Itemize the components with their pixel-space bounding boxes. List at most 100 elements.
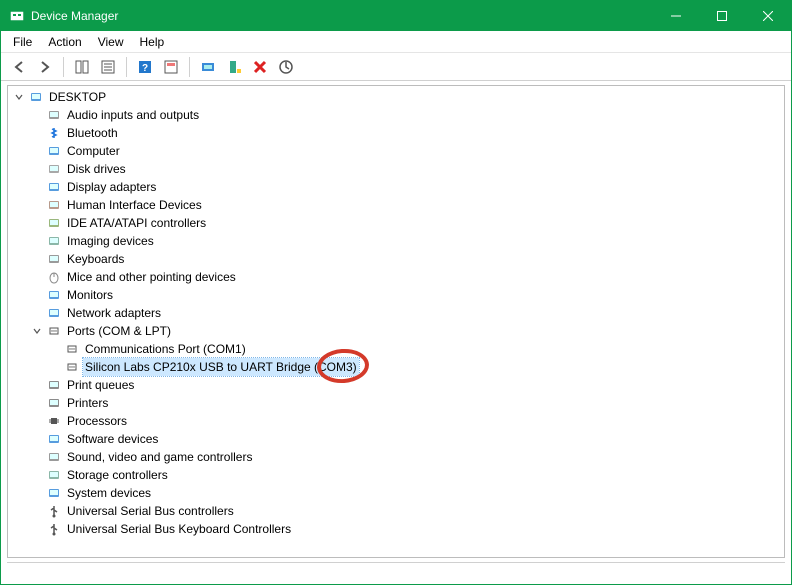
no-twisty xyxy=(30,216,44,230)
port-icon xyxy=(64,359,80,375)
tree-node-label: Universal Serial Bus controllers xyxy=(65,502,236,520)
add-legacy-icon[interactable] xyxy=(222,55,246,79)
forward-icon[interactable] xyxy=(33,55,57,79)
keyboard-icon xyxy=(46,251,62,267)
action-icon[interactable] xyxy=(159,55,183,79)
printer-icon xyxy=(46,377,62,393)
no-twisty xyxy=(30,414,44,428)
tree-node[interactable]: IDE ATA/ATAPI controllers xyxy=(8,214,784,232)
hid-icon xyxy=(46,197,62,213)
software-icon xyxy=(46,431,62,447)
no-twisty xyxy=(30,486,44,500)
tree-node-label: Disk drives xyxy=(65,160,128,178)
tree-node[interactable]: Processors xyxy=(8,412,784,430)
device-tree: DESKTOPAudio inputs and outputsBluetooth… xyxy=(8,86,784,544)
toolbar-separator xyxy=(189,57,190,77)
close-button[interactable] xyxy=(745,1,791,31)
tree-node[interactable]: Human Interface Devices xyxy=(8,196,784,214)
tree-node[interactable]: Ports (COM & LPT) xyxy=(8,322,784,340)
tree-node-label: Universal Serial Bus Keyboard Controller… xyxy=(65,520,293,538)
no-twisty xyxy=(30,306,44,320)
properties-icon[interactable] xyxy=(96,55,120,79)
printer-icon xyxy=(46,395,62,411)
tree-node[interactable]: Computer xyxy=(8,142,784,160)
svg-text:?: ? xyxy=(142,63,148,74)
tree-node-label: Network adapters xyxy=(65,304,163,322)
no-twisty xyxy=(30,108,44,122)
tree-node[interactable]: Imaging devices xyxy=(8,232,784,250)
uninstall-icon[interactable] xyxy=(248,55,272,79)
tree-node[interactable]: Monitors xyxy=(8,286,784,304)
no-twisty xyxy=(48,360,62,374)
tree-node-label: Mice and other pointing devices xyxy=(65,268,238,286)
tree-node-label: Computer xyxy=(65,142,122,160)
tree-node[interactable]: Mice and other pointing devices xyxy=(8,268,784,286)
tree-node[interactable]: Printers xyxy=(8,394,784,412)
device-manager-icon xyxy=(9,8,25,24)
no-twisty xyxy=(30,468,44,482)
help-icon[interactable]: ? xyxy=(133,55,157,79)
storage-icon xyxy=(46,467,62,483)
no-twisty xyxy=(30,198,44,212)
tree-node[interactable]: Software devices xyxy=(8,430,784,448)
no-twisty xyxy=(30,162,44,176)
tree-node[interactable]: Communications Port (COM1) xyxy=(8,340,784,358)
tree-node-label: Processors xyxy=(65,412,129,430)
network-icon xyxy=(46,305,62,321)
minimize-button[interactable] xyxy=(653,1,699,31)
disk-icon xyxy=(46,161,62,177)
tree-node-label: Bluetooth xyxy=(65,124,120,142)
tree-node-label: Human Interface Devices xyxy=(65,196,204,214)
tree-node[interactable]: Display adapters xyxy=(8,178,784,196)
tree-node[interactable]: Bluetooth xyxy=(8,124,784,142)
menubar: File Action View Help xyxy=(1,31,791,53)
bluetooth-icon xyxy=(46,125,62,141)
expand-icon[interactable] xyxy=(12,90,26,104)
tree-node[interactable]: Print queues xyxy=(8,376,784,394)
tree-node-label: Ports (COM & LPT) xyxy=(65,322,173,340)
tree-node[interactable]: Universal Serial Bus controllers xyxy=(8,502,784,520)
audio-icon xyxy=(46,449,62,465)
no-twisty xyxy=(48,342,62,356)
menu-help[interactable]: Help xyxy=(132,33,173,51)
no-twisty xyxy=(30,522,44,536)
tree-node-label: System devices xyxy=(65,484,153,502)
tree-node-label: Silicon Labs CP210x USB to UART Bridge (… xyxy=(83,358,359,376)
tree-node[interactable]: Disk drives xyxy=(8,160,784,178)
tree-node-label: Monitors xyxy=(65,286,115,304)
tree-node[interactable]: Sound, video and game controllers xyxy=(8,448,784,466)
expand-icon[interactable] xyxy=(30,324,44,338)
no-twisty xyxy=(30,432,44,446)
tree-node-label: Software devices xyxy=(65,430,160,448)
no-twisty xyxy=(30,180,44,194)
tree-node[interactable]: Audio inputs and outputs xyxy=(8,106,784,124)
back-icon[interactable] xyxy=(7,55,31,79)
no-twisty xyxy=(30,288,44,302)
tree-node[interactable]: System devices xyxy=(8,484,784,502)
scan-hardware-icon[interactable] xyxy=(196,55,220,79)
tree-node[interactable]: Silicon Labs CP210x USB to UART Bridge (… xyxy=(8,358,784,376)
menu-file[interactable]: File xyxy=(5,33,40,51)
tree-node[interactable]: Universal Serial Bus Keyboard Controller… xyxy=(8,520,784,538)
device-tree-container[interactable]: DESKTOPAudio inputs and outputsBluetooth… xyxy=(7,85,785,558)
cpu-icon xyxy=(46,413,62,429)
tree-node[interactable]: Storage controllers xyxy=(8,466,784,484)
ide-icon xyxy=(46,215,62,231)
no-twisty xyxy=(30,450,44,464)
maximize-button[interactable] xyxy=(699,1,745,31)
show-hide-tree-icon[interactable] xyxy=(70,55,94,79)
port-icon xyxy=(46,323,62,339)
menu-view[interactable]: View xyxy=(90,33,132,51)
no-twisty xyxy=(30,126,44,140)
computer-icon xyxy=(46,143,62,159)
titlebar: Device Manager xyxy=(1,1,791,31)
tree-node-label: Imaging devices xyxy=(65,232,156,250)
menu-action[interactable]: Action xyxy=(40,33,89,51)
tree-node[interactable]: Keyboards xyxy=(8,250,784,268)
tree-node-label: Sound, video and game controllers xyxy=(65,448,254,466)
no-twisty xyxy=(30,252,44,266)
tree-node[interactable]: Network adapters xyxy=(8,304,784,322)
monitor-icon xyxy=(46,287,62,303)
tree-node[interactable]: DESKTOP xyxy=(8,88,784,106)
update-driver-icon[interactable] xyxy=(274,55,298,79)
